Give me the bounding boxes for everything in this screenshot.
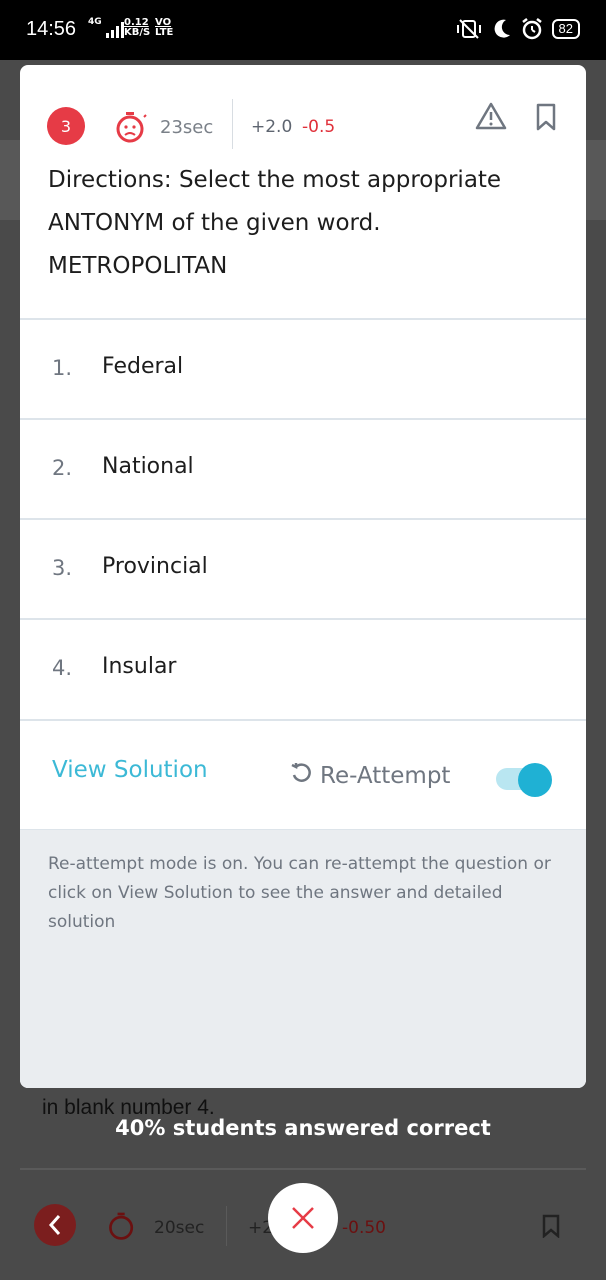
moon-icon (494, 19, 510, 38)
question-word: METROPOLITAN (48, 253, 228, 279)
reattempt-info-text: Re-attempt mode is on. You can re-attemp… (48, 854, 551, 932)
view-solution-link[interactable]: View Solution (52, 757, 208, 783)
volte-indicator: VO LTE (155, 17, 174, 38)
data-speed: 0.12 KB/S (124, 17, 151, 38)
alarm-icon (521, 18, 542, 40)
reattempt-toggle[interactable] (494, 763, 552, 797)
toggle-knob (518, 763, 552, 797)
status-icons: 82 (454, 16, 580, 42)
option-3[interactable]: 3. Provincial (20, 518, 586, 618)
option-number: 4. (52, 656, 73, 680)
option-label: National (102, 454, 194, 479)
timer-text: 23sec (160, 117, 214, 138)
marks-positive: +2.0 (251, 117, 293, 137)
chevron-left-icon (48, 1215, 61, 1235)
previous-question-button[interactable] (34, 1204, 76, 1246)
reattempt-icon (291, 763, 311, 782)
close-button[interactable] (268, 1183, 338, 1253)
status-bar: 14:56 4G 0.12 KB/S VO LTE 82 (0, 0, 606, 60)
option-number: 1. (52, 356, 73, 380)
students-correct-stat: 40% students answered correct (115, 1116, 491, 1140)
background-timer-icon (109, 1212, 134, 1240)
reattempt-info-panel: Re-attempt mode is on. You can re-attemp… (20, 829, 586, 1088)
marks-negative: -0.5 (302, 117, 336, 137)
network-type: 4G (88, 17, 102, 27)
vibrate-off-icon (456, 19, 481, 39)
question-directions: Directions: Select the most appropriate … (48, 167, 502, 236)
question-number-badge: 3 (47, 107, 85, 145)
option-2[interactable]: 2. National (20, 418, 586, 518)
close-icon (292, 1207, 314, 1229)
battery-icon: 82 (551, 19, 580, 39)
option-label: Federal (102, 354, 184, 379)
background-marks-negative: -0.50 (342, 1218, 386, 1238)
report-warning-icon[interactable] (475, 101, 507, 131)
option-1[interactable]: 1. Federal (20, 318, 586, 418)
background-bookmark-icon[interactable] (542, 1214, 560, 1238)
question-card: 3 23sec +2.0 -0.5 Directions: Select the… (20, 65, 586, 1088)
option-number: 3. (52, 556, 73, 580)
background-header-divider (226, 1206, 227, 1246)
header-divider (232, 99, 233, 149)
option-4[interactable]: 4. Insular (20, 618, 586, 718)
option-label: Provincial (102, 554, 208, 579)
status-time: 14:56 (26, 18, 77, 40)
reattempt-label: Re-Attempt (320, 763, 451, 789)
question-text: Directions: Select the most appropriate … (48, 159, 568, 288)
bookmark-icon[interactable] (535, 103, 557, 131)
background-timer-text: 20sec (154, 1218, 205, 1238)
timer-icon (116, 112, 147, 143)
solution-row: View Solution Re-Attempt (20, 719, 586, 829)
option-number: 2. (52, 456, 73, 480)
option-label: Insular (102, 654, 177, 679)
